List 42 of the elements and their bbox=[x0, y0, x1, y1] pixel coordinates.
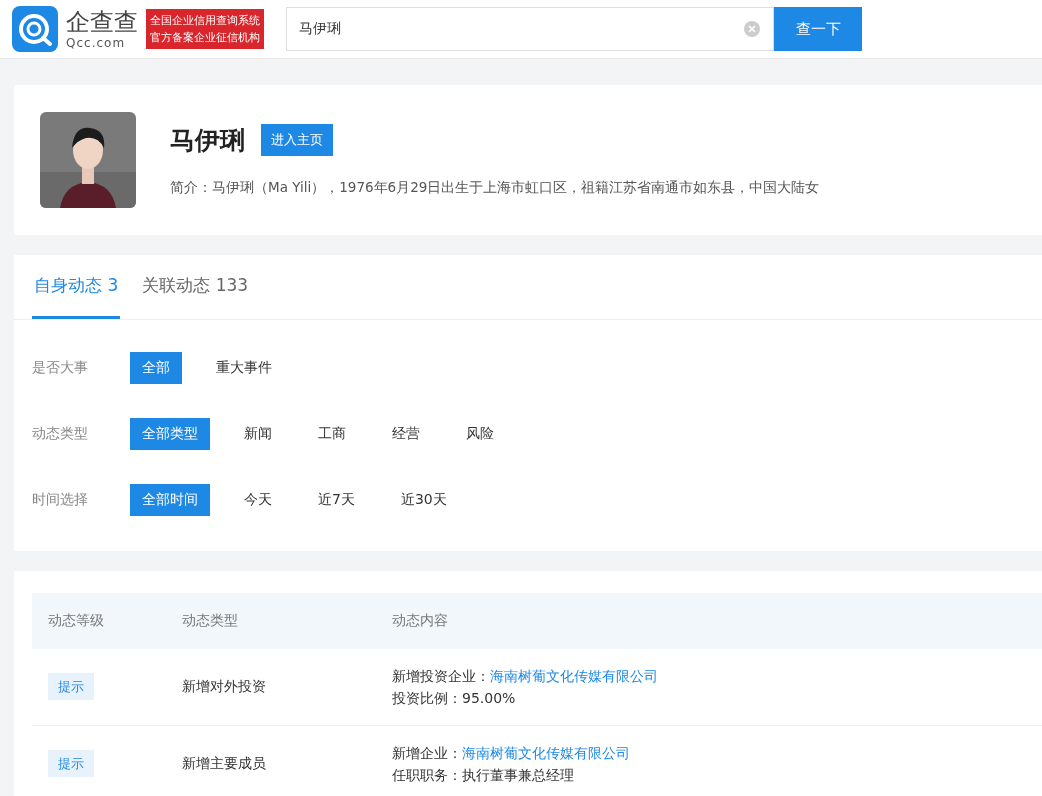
content-label: 新增投资企业： bbox=[392, 668, 490, 684]
filter-label: 动态类型 bbox=[32, 425, 89, 443]
company-link[interactable]: 海南树葡文化传媒有限公司 bbox=[462, 745, 630, 761]
content-value: 执行董事兼总经理 bbox=[462, 767, 574, 783]
level-tag: 提示 bbox=[48, 750, 94, 777]
content-label: 新增企业： bbox=[392, 745, 462, 761]
company-link[interactable]: 海南树葡文化传媒有限公司 bbox=[490, 668, 658, 684]
column-header: 动态内容 bbox=[391, 612, 449, 630]
banner-line: 全国企业信用查询系统 bbox=[150, 13, 260, 29]
filter-option[interactable]: 今天 bbox=[232, 484, 284, 516]
clear-icon[interactable] bbox=[744, 21, 760, 37]
logo-domain: Qcc.com bbox=[66, 36, 127, 49]
tab[interactable]: 关联动态 133 bbox=[140, 255, 251, 319]
content-label: 投资比例： bbox=[392, 690, 462, 706]
banner-line: 官方备案企业征信机构 bbox=[150, 30, 260, 46]
filter-option[interactable]: 经营 bbox=[380, 418, 432, 450]
filter-label: 是否大事 bbox=[32, 359, 89, 377]
table-cell: 新增主要成员 bbox=[182, 755, 266, 771]
content-value: 95.00% bbox=[462, 690, 516, 706]
bio-text: 简介：马伊琍（Ma Yili），1976年6月29日出生于上海市虹口区，祖籍江苏省南通市如东县，中国大陆女 bbox=[170, 178, 820, 197]
search-button[interactable]: 查一下 bbox=[774, 7, 862, 51]
filter-option[interactable]: 重大事件 bbox=[204, 352, 284, 384]
content-label: 任职职务： bbox=[392, 767, 462, 783]
filter-option[interactable]: 风险 bbox=[454, 418, 506, 450]
logo-icon bbox=[12, 6, 58, 52]
table-cell: 新增对外投资 bbox=[182, 678, 266, 694]
column-header: 动态类型 bbox=[181, 612, 239, 630]
homepage-button[interactable]: 进入主页 bbox=[261, 124, 333, 156]
filter-label: 时间选择 bbox=[32, 491, 89, 509]
person-name: 马伊琍 bbox=[170, 124, 245, 157]
filter-option[interactable]: 全部时间 bbox=[130, 484, 210, 516]
filter-option[interactable]: 全部 bbox=[130, 352, 182, 384]
search-field[interactable]: 马伊琍 bbox=[286, 7, 774, 51]
logo-text: 企查查 bbox=[66, 9, 138, 34]
column-header: 动态等级 bbox=[47, 612, 105, 630]
tab[interactable]: 自身动态 3 bbox=[32, 255, 121, 319]
filter-option[interactable]: 近30天 bbox=[388, 484, 459, 516]
filter-option[interactable]: 新闻 bbox=[232, 418, 284, 450]
level-tag: 提示 bbox=[48, 673, 94, 700]
filter-option[interactable]: 工商 bbox=[306, 418, 358, 450]
filter-option[interactable]: 全部类型 bbox=[130, 418, 210, 450]
filter-option[interactable]: 近7天 bbox=[306, 484, 367, 516]
